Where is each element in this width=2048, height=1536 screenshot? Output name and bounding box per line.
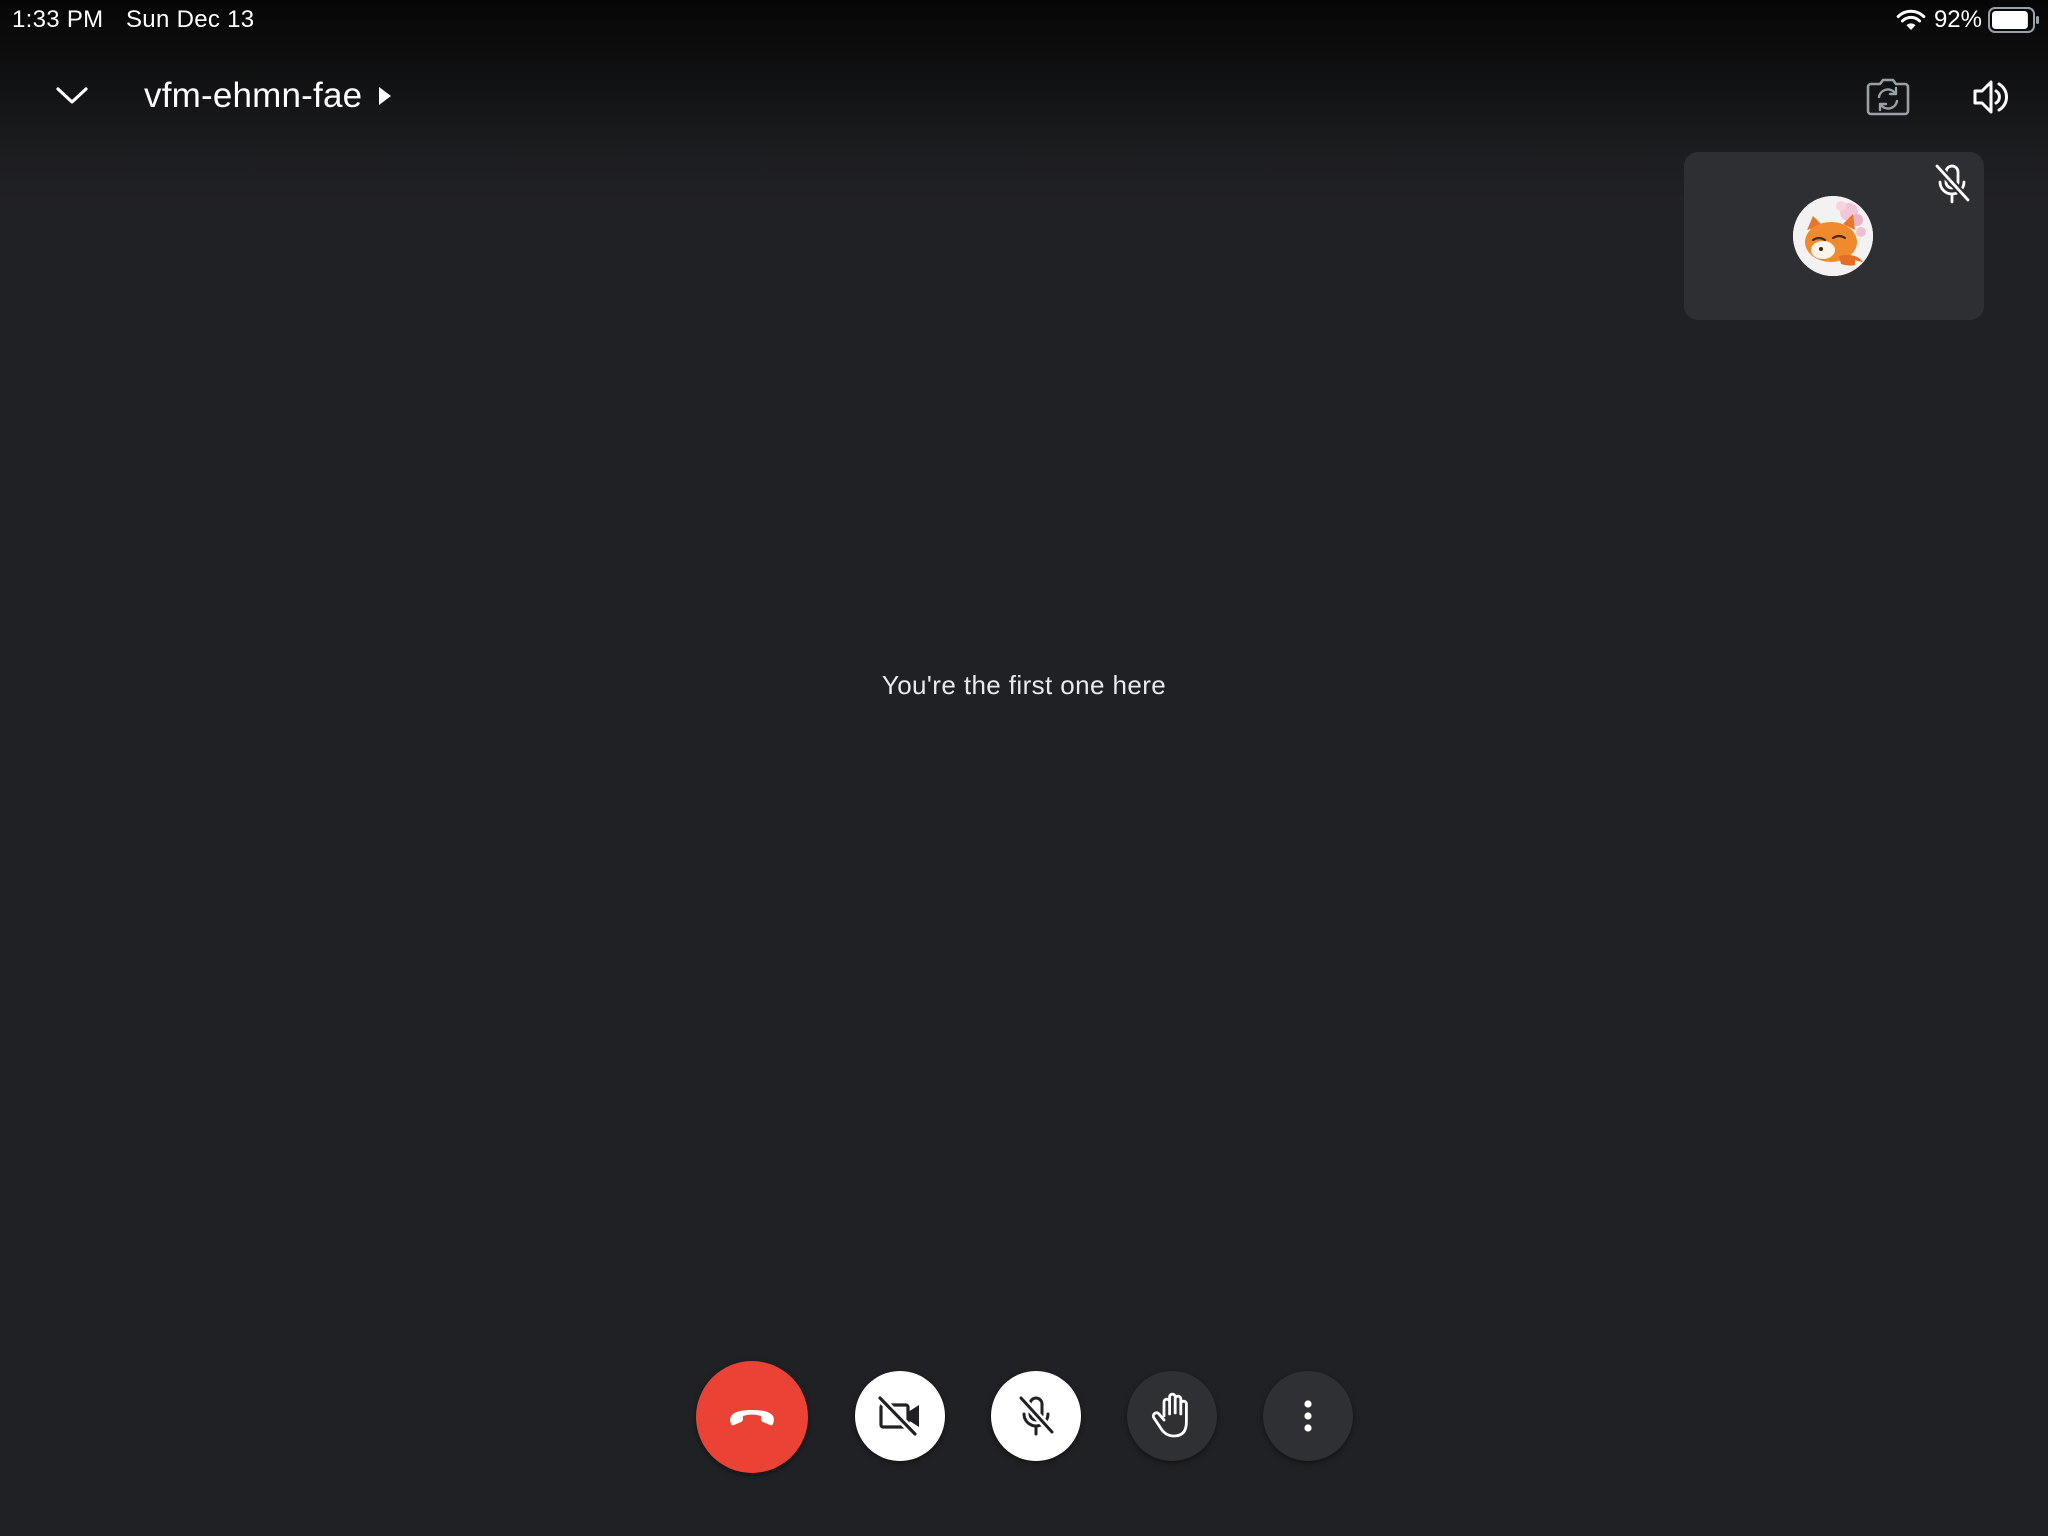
first-one-here-message: You're the first one here xyxy=(881,670,1167,700)
collapse-button[interactable] xyxy=(48,72,96,120)
switch-camera-button[interactable] xyxy=(1862,74,1914,120)
mic-toggle-button[interactable] xyxy=(991,1371,1081,1461)
raise-hand-button[interactable] xyxy=(1127,1371,1217,1461)
chevron-down-icon xyxy=(56,87,88,104)
mic-off-icon xyxy=(1933,162,1972,204)
hand-icon xyxy=(1151,1392,1188,1438)
caret-right-icon xyxy=(379,87,392,105)
end-call-button[interactable] xyxy=(696,1361,808,1473)
more-options-button[interactable] xyxy=(1263,1371,1353,1461)
meet-call-screen: 1:33 PM Sun Dec 13 92% vfm-ehmn-fae You'… xyxy=(0,0,2048,1536)
status-time: 1:33 PM xyxy=(12,6,104,33)
status-date: Sun Dec 13 xyxy=(126,6,255,33)
avatar xyxy=(1793,196,1873,276)
call-controls xyxy=(0,1358,2048,1474)
meeting-details-button[interactable]: vfm-ehmn-fae xyxy=(144,74,394,118)
more-vertical-icon xyxy=(1304,1400,1312,1432)
battery-icon xyxy=(1988,7,2039,33)
camera-toggle-button[interactable] xyxy=(855,1371,945,1461)
status-indicators: 92% xyxy=(1896,4,2040,36)
mic-off-icon xyxy=(1017,1394,1056,1436)
speaker-icon xyxy=(1973,80,2009,114)
wifi-icon xyxy=(1896,9,1926,30)
fox-avatar-icon xyxy=(1793,196,1873,276)
switch-camera-icon xyxy=(1866,78,1910,116)
battery-percent: 92% xyxy=(1933,6,1982,33)
self-view-tile[interactable] xyxy=(1684,152,1984,320)
status-bar: 1:33 PM Sun Dec 13 92% xyxy=(0,0,2048,40)
speaker-button[interactable] xyxy=(1966,72,2016,122)
phone-hangup-icon xyxy=(730,1410,774,1426)
camera-off-icon xyxy=(877,1396,919,1436)
meeting-code: vfm-ehmn-fae xyxy=(144,76,363,115)
